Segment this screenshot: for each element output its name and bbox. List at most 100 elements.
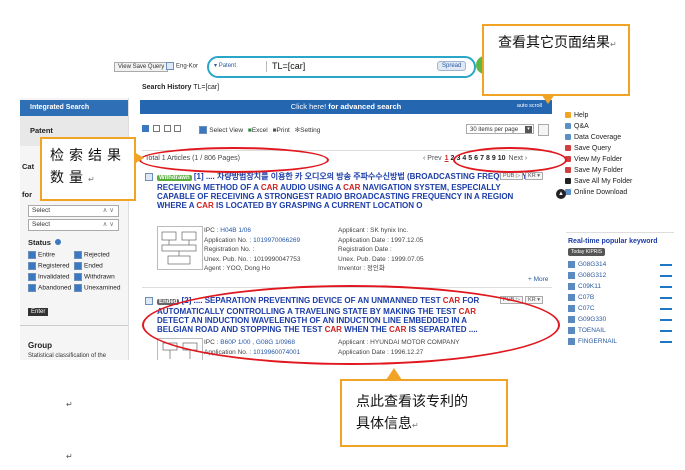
banner-bold: for advanced search <box>328 102 402 111</box>
registration-date-label: Registration Date : <box>338 246 392 253</box>
quick-link[interactable]: Save Query <box>565 145 611 152</box>
scroll-top-icon[interactable]: ▲ <box>556 189 566 199</box>
paragraph-mark: ↵ <box>610 40 617 49</box>
keyword-rank-icon <box>568 294 575 301</box>
select-view-checkbox[interactable] <box>199 126 208 135</box>
status-option[interactable]: Unexamined <box>74 284 121 292</box>
result-2-checkbox[interactable] <box>145 297 153 305</box>
detail-view-icon[interactable] <box>152 125 160 132</box>
prev-page-link[interactable]: ‹ Prev <box>423 155 442 162</box>
status-option[interactable]: Abandoned <box>28 284 71 292</box>
popular-keyword[interactable]: C07C <box>568 305 672 312</box>
status-checkbox[interactable] <box>74 262 82 270</box>
applicant-field: Applicant : SK hynix Inc. <box>338 226 424 236</box>
quick-link[interactable]: View My Folder <box>565 156 622 163</box>
status-label: Entire <box>38 251 55 259</box>
popular-keyword[interactable]: G08G312 <box>568 272 672 279</box>
trend-bar-icon <box>660 341 672 343</box>
result-1-title[interactable]: Withdrawn [1] .... 차량방범장치를 이용한 카 오디오의 방송… <box>157 172 537 210</box>
image-view-icon[interactable] <box>174 125 182 132</box>
keyword-rank-icon <box>568 283 575 290</box>
group-desc: Statistical classification of the <box>28 353 107 359</box>
patent-dropdown[interactable]: ▾ Patent <box>214 62 236 69</box>
keyword-rank-icon <box>568 305 575 312</box>
print-button[interactable]: Print <box>277 127 290 134</box>
spread-label: Spread <box>442 63 462 69</box>
kr-button[interactable]: KR ▾ <box>525 172 543 180</box>
popular-keyword[interactable]: FINGERNAIL <box>568 338 672 345</box>
status-option[interactable]: Invalidated <box>28 273 69 281</box>
status-option[interactable]: Withdrawn <box>74 273 115 281</box>
grid-view-icon[interactable] <box>163 125 171 132</box>
enter-button[interactable]: Enter <box>28 308 49 316</box>
status-checkbox[interactable] <box>28 284 36 292</box>
list-view-icon[interactable] <box>142 125 149 132</box>
autoscroll-toggle[interactable]: auto scroll <box>517 103 542 109</box>
items-per-page-select[interactable]: 30 items per page ▾ <box>466 124 534 134</box>
quick-link-label: View My Folder <box>574 156 623 163</box>
status-option[interactable]: Rejected <box>74 251 110 259</box>
more-link[interactable]: + More <box>528 276 548 283</box>
pub-button[interactable]: PUB ▷ <box>500 172 524 180</box>
status-option[interactable]: Ended <box>74 262 103 270</box>
popular-keyword-title: Real-time popular keyword <box>568 238 658 245</box>
search-history-value[interactable]: TL=[car] <box>193 84 219 91</box>
inventor-field: Inventor : 정인화 <box>338 264 424 274</box>
status-checkbox[interactable] <box>74 251 82 259</box>
result-1-checkbox[interactable] <box>145 173 153 181</box>
quick-link[interactable]: Q&A <box>565 123 589 130</box>
search-history: Search History TL=[car] <box>142 84 219 91</box>
result-1-number: [1] <box>193 172 204 181</box>
select-2[interactable]: Select ∧ ∨ <box>28 219 119 231</box>
quick-link-icon <box>565 167 571 174</box>
paragraph-mark: ↵ <box>412 421 419 430</box>
status-option[interactable]: Entire <box>28 251 55 259</box>
application-no-value[interactable]: 1019970066269 <box>253 237 300 244</box>
result-1-drawing[interactable] <box>157 226 203 270</box>
trend-bar-icon <box>660 319 672 321</box>
tab-integrated-search[interactable]: Integrated Search <box>20 100 128 116</box>
setting-button[interactable]: Setting <box>300 127 320 134</box>
eng-kor-toggle[interactable]: Eng-Kor <box>166 62 198 70</box>
page-number[interactable]: 1 <box>445 155 449 162</box>
status-checkbox[interactable] <box>28 251 36 259</box>
paragraph-mark: ↵ <box>66 452 73 461</box>
application-no-label: Application No. : <box>204 236 254 244</box>
advanced-search-banner[interactable]: Click here! for advanced search auto scr… <box>140 100 552 114</box>
keyword-label: C07B <box>578 294 595 302</box>
quick-link[interactable]: Save My Folder <box>565 167 623 174</box>
status-checkbox[interactable] <box>74 284 82 292</box>
ipc-value[interactable]: H04B 1/06 <box>220 227 251 234</box>
quick-link[interactable]: Help <box>565 112 588 119</box>
view-save-query-button[interactable]: View Save Query <box>114 62 169 72</box>
status-checkbox[interactable] <box>74 273 82 281</box>
search-input[interactable]: TL=[car] <box>272 61 305 71</box>
search-box[interactable]: ▾ Patent TL=[car] Spread <box>207 56 476 78</box>
popular-keyword[interactable]: C09K11 <box>568 283 672 290</box>
keyword-rank-icon <box>568 261 575 268</box>
popular-keyword[interactable]: C07B <box>568 294 672 301</box>
select-view-label[interactable]: Select View <box>209 127 243 134</box>
select-1[interactable]: Select ∧ ∨ <box>28 205 119 217</box>
popular-keyword[interactable]: TOENAIL <box>568 327 672 334</box>
status-option[interactable]: Registered <box>28 262 69 270</box>
trend-bar-icon <box>660 275 672 277</box>
ipc-field: IPC : H04B 1/06 <box>204 226 301 236</box>
quick-link[interactable]: Save All My Folder <box>565 178 632 185</box>
page-size-apply-button[interactable] <box>538 124 549 136</box>
status-checkbox[interactable] <box>28 262 36 270</box>
popular-keyword[interactable]: G09G330 <box>568 316 672 323</box>
excel-button[interactable]: Excel <box>252 127 268 134</box>
callout-count: 检索结果数量↵ <box>40 137 136 201</box>
spread-button[interactable]: Spread <box>437 61 467 71</box>
status-checkbox[interactable] <box>28 273 36 281</box>
patent-section-title: Patent <box>30 126 53 135</box>
popular-keyword[interactable]: G08G314 <box>568 261 672 268</box>
toolbar: Select View ■Excel ■Print ✻Setting <box>142 125 320 135</box>
info-icon[interactable] <box>55 239 62 245</box>
eng-kor-checkbox[interactable] <box>166 62 174 70</box>
registration-no-field: Registration No. : <box>204 245 301 255</box>
quick-link[interactable]: Data Coverage <box>565 134 621 141</box>
quick-link[interactable]: Online Download <box>565 189 627 196</box>
quick-link-label: Save All My Folder <box>574 178 633 185</box>
